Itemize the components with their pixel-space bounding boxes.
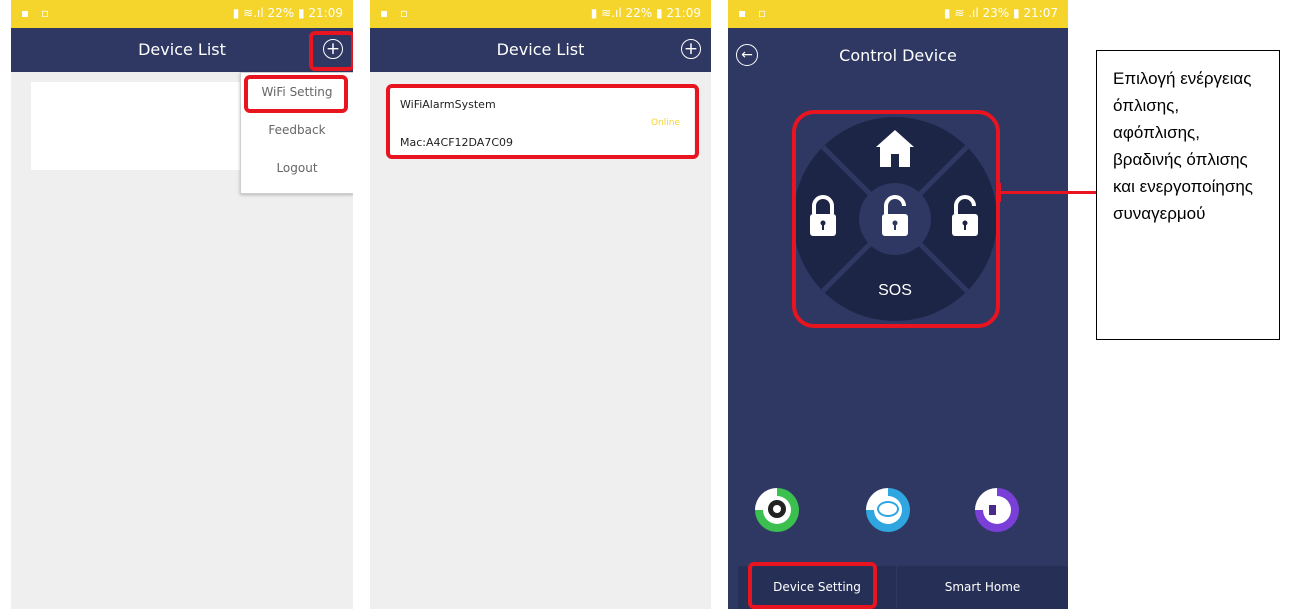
callout-connector	[1000, 191, 1096, 194]
phone-screen-device-list-menu: ▪ ▫ ▮ ≋.ıl 22% ▮ 21:09 Device List + WiF…	[11, 0, 353, 609]
menu-item-feedback[interactable]: Feedback	[241, 111, 353, 149]
highlight-device-setting	[748, 562, 877, 609]
phone-screen-device-list: ▪ ▫ ▮ ≋.ıl 22% ▮ 21:09 Device List + WiF…	[370, 0, 711, 609]
status-left-icons: ▪ ▫	[21, 6, 54, 20]
highlight-wifi-setting	[244, 75, 348, 113]
annotation-callout: Επιλογή ενέργειας όπλισης, αφόπλισης, βρ…	[1096, 50, 1280, 340]
callout-connector-tick	[998, 183, 1001, 202]
page-title: Device List	[496, 40, 585, 59]
chat-icon[interactable]	[866, 488, 910, 532]
menu-item-logout[interactable]: Logout	[241, 149, 353, 187]
page-title: Control Device	[839, 46, 957, 65]
device-card-placeholder	[31, 82, 241, 170]
status-bar: ▪ ▫ ▮ ≋ .ıl 23% ▮ 21:07	[728, 0, 1068, 28]
tab-smart-home[interactable]: Smart Home	[897, 566, 1068, 609]
status-bar: ▪ ▫ ▮ ≋.ıl 22% ▮ 21:09	[11, 0, 353, 28]
nav-bar: Device List +	[370, 28, 711, 72]
page-title: Device List	[138, 40, 226, 59]
status-right-info: ▮ ≋.ıl 22% ▮ 21:09	[590, 6, 701, 20]
highlight-control-wheel	[792, 110, 1000, 328]
add-device-icon[interactable]: +	[681, 39, 701, 59]
highlight-device-card	[386, 84, 699, 159]
status-bar: ▪ ▫ ▮ ≋.ıl 22% ▮ 21:09	[370, 0, 711, 28]
nav-bar: Device List +	[11, 28, 353, 72]
status-left-icons: ▪ ▫	[380, 6, 413, 20]
highlight-add-button	[309, 31, 353, 71]
camera-icon[interactable]	[755, 488, 799, 532]
status-left-icons: ▪ ▫	[738, 6, 771, 20]
speaker-icon[interactable]	[975, 488, 1019, 532]
status-right-info: ▮ ≋ .ıl 23% ▮ 21:07	[943, 6, 1058, 20]
phone-screen-control-device: ▪ ▫ ▮ ≋ .ıl 23% ▮ 21:07 ← Control Device	[728, 0, 1068, 609]
status-right-info: ▮ ≋.ıl 22% ▮ 21:09	[232, 6, 343, 20]
annotation-text: Επιλογή ενέργειας όπλισης, αφόπλισης, βρ…	[1113, 69, 1253, 223]
